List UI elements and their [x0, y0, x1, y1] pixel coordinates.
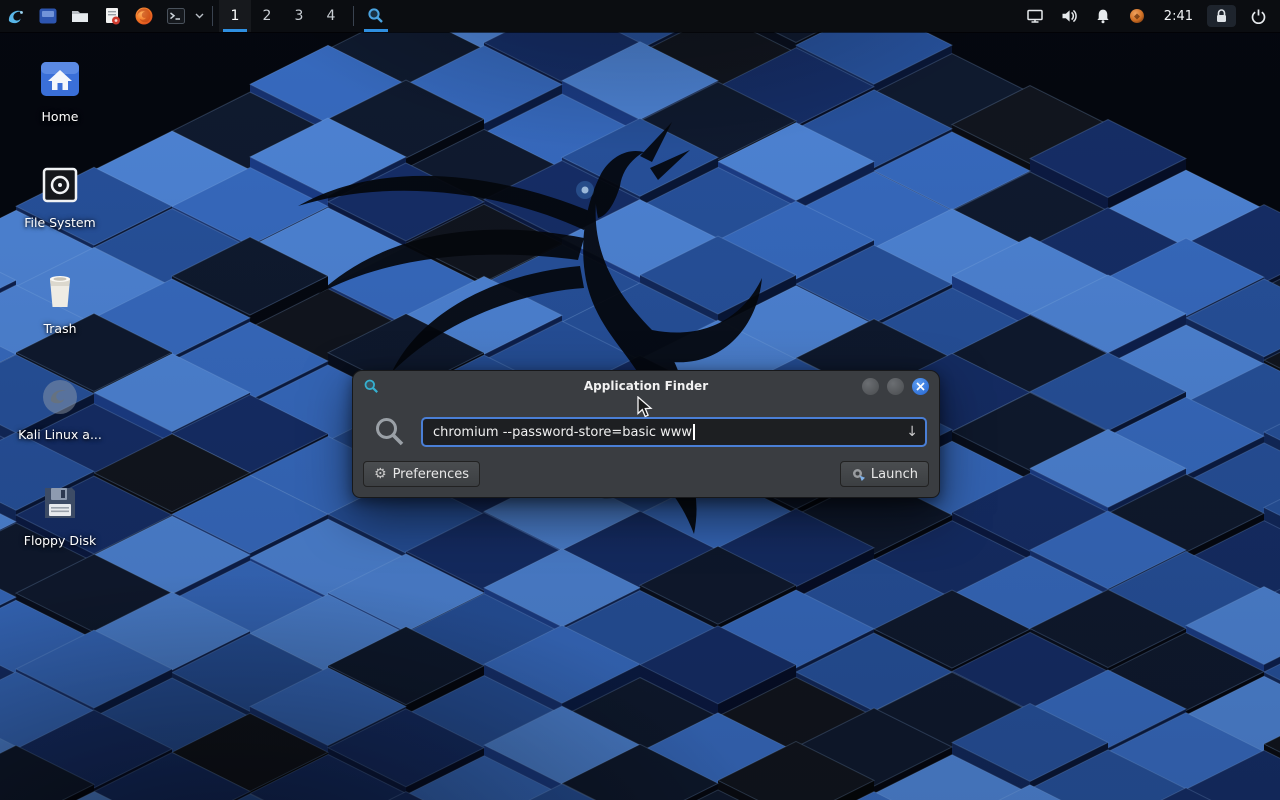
- terminal-dropdown-caret[interactable]: [192, 0, 206, 32]
- workspace-3[interactable]: 3: [283, 0, 315, 32]
- volume-icon: [1060, 7, 1078, 25]
- command-input-value: chromium --password-store=basic www: [433, 425, 692, 440]
- terminal-button[interactable]: [160, 0, 192, 32]
- tray-notifications[interactable]: [1086, 0, 1120, 32]
- launch-button[interactable]: Launch: [840, 461, 929, 487]
- finder-titlebar[interactable]: Application Finder: [353, 371, 939, 401]
- desktop-icon-label: Kali Linux a...: [18, 427, 102, 442]
- desktop-icon-label: Home: [42, 109, 79, 124]
- workspace-2[interactable]: 2: [251, 0, 283, 32]
- workspace-2-label: 2: [263, 8, 272, 24]
- window-app-icon: [38, 6, 58, 26]
- trash-icon: [38, 269, 82, 313]
- tray-lock[interactable]: [1207, 5, 1236, 27]
- command-input[interactable]: chromium --password-store=basic www ↓: [421, 417, 927, 447]
- firefox-button[interactable]: [128, 0, 160, 32]
- desktop-icon-trash[interactable]: Trash: [12, 266, 108, 336]
- desktop-icon-floppy[interactable]: Floppy Disk: [12, 478, 108, 548]
- top-panel: 1 2 3 4: [0, 0, 1280, 32]
- arrow-down-icon[interactable]: ↓: [906, 425, 918, 439]
- preferences-button[interactable]: ⚙ Preferences: [363, 461, 480, 487]
- workspace-1-label: 1: [231, 8, 240, 24]
- workspace-1[interactable]: 1: [219, 0, 251, 32]
- floppy-icon: [38, 481, 82, 525]
- status-orb-icon: [1128, 7, 1146, 25]
- taskbar-item-application-finder[interactable]: [360, 0, 392, 32]
- home-icon: [37, 56, 83, 102]
- file-manager-icon: [70, 6, 90, 26]
- launch-label: Launch: [871, 467, 918, 482]
- close-icon: [916, 382, 925, 391]
- tray-volume[interactable]: [1052, 0, 1086, 32]
- tray-power[interactable]: [1240, 0, 1276, 32]
- firefox-icon: [134, 6, 154, 26]
- workspace-4[interactable]: 4: [315, 0, 347, 32]
- display-icon: [1026, 7, 1044, 25]
- preferences-label: Preferences: [393, 467, 469, 482]
- desktop: 1 2 3 4: [0, 0, 1280, 800]
- desktop-icon-label: File System: [24, 215, 96, 230]
- minimize-button[interactable]: [862, 378, 879, 395]
- window-controls: [862, 378, 929, 395]
- appfinder-task-icon: [367, 7, 385, 25]
- search-icon: [373, 415, 407, 449]
- file-manager-button[interactable]: [64, 0, 96, 32]
- panel-clock[interactable]: 2:41: [1154, 0, 1203, 32]
- panel-separator: [353, 6, 354, 26]
- terminal-icon: [166, 6, 186, 26]
- close-button[interactable]: [912, 378, 929, 395]
- kali-logo-icon: [5, 5, 27, 27]
- power-icon: [1250, 8, 1267, 25]
- workspace-4-label: 4: [327, 8, 336, 24]
- tray-status[interactable]: [1120, 0, 1154, 32]
- panel-separator: [212, 6, 213, 26]
- tray-display[interactable]: [1018, 0, 1052, 32]
- clock-text: 2:41: [1164, 9, 1193, 24]
- desktop-icon-label: Trash: [43, 321, 76, 336]
- desktop-icon-kali-docs[interactable]: Kali Linux a...: [12, 372, 108, 442]
- application-finder-window: Application Finder chromium --password-s…: [352, 370, 940, 498]
- workspace-switcher: 1 2 3 4: [219, 0, 347, 32]
- text-caret: [693, 424, 695, 440]
- desktop-icon-label: Floppy Disk: [24, 533, 96, 548]
- filesystem-icon: [38, 163, 82, 207]
- appfinder-icon: [363, 378, 380, 395]
- kali-menu-button[interactable]: [0, 0, 32, 32]
- kali-folder-icon: [37, 374, 83, 420]
- window-title: Application Finder: [353, 379, 939, 393]
- desktop-icon-list: Home File System Trash Kali L: [12, 54, 108, 584]
- bell-icon: [1094, 7, 1112, 25]
- launch-icon: [851, 467, 865, 481]
- app-launcher-button[interactable]: [32, 0, 64, 32]
- maximize-button[interactable]: [887, 378, 904, 395]
- gear-icon: ⚙: [374, 467, 387, 481]
- chevron-down-icon: [195, 13, 204, 19]
- text-editor-icon: [102, 6, 122, 26]
- workspace-3-label: 3: [295, 8, 304, 24]
- desktop-icon-file-system[interactable]: File System: [12, 160, 108, 230]
- desktop-icon-home[interactable]: Home: [12, 54, 108, 124]
- lock-icon: [1214, 8, 1229, 24]
- text-editor-button[interactable]: [96, 0, 128, 32]
